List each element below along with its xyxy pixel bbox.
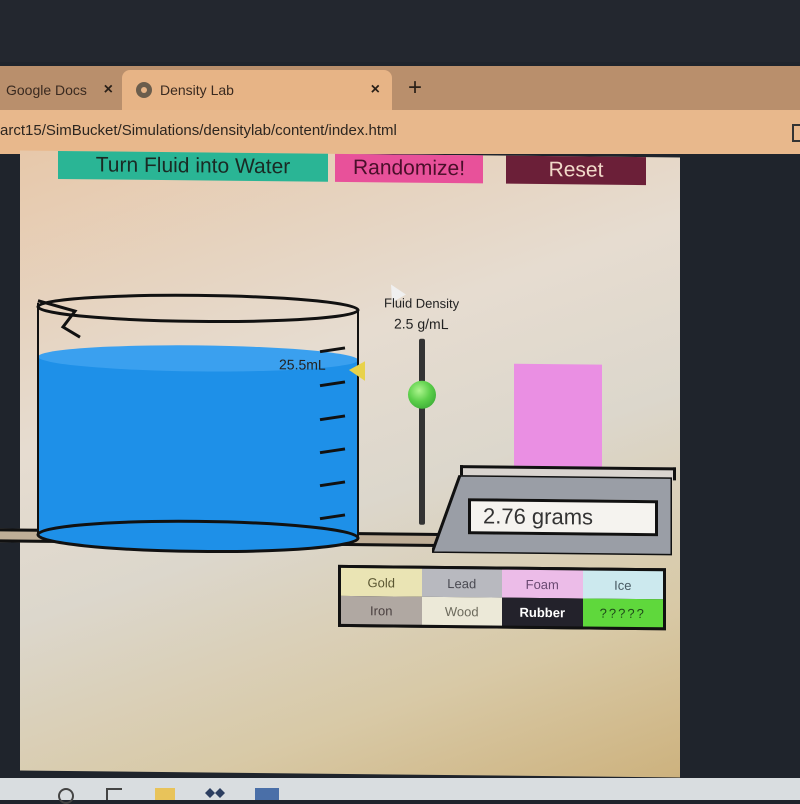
close-tab-icon[interactable]: × [104, 81, 113, 99]
url-text[interactable]: arct15/SimBucket/Simulations/densitylab/… [0, 122, 397, 139]
tab-title: Google Docs [6, 82, 87, 98]
turn-fluid-into-water-button[interactable]: Turn Fluid into Water [58, 150, 328, 182]
material-lead[interactable]: Lead [421, 568, 502, 598]
material-ice[interactable]: Ice [582, 570, 663, 600]
app-icon[interactable] [255, 788, 279, 800]
tab-density-lab[interactable]: Density Lab × [122, 70, 392, 110]
material-foam[interactable]: Foam [502, 569, 583, 599]
reset-button[interactable]: Reset [506, 155, 646, 186]
extension-icon[interactable] [792, 124, 800, 142]
material-unknown[interactable]: ????? [582, 598, 663, 628]
scale-readout: 2.76 grams [468, 498, 658, 537]
address-bar[interactable]: arct15/SimBucket/Simulations/densitylab/… [0, 110, 800, 154]
fluid-density-label: Fluid Density [384, 295, 460, 312]
fluid-density-slider-track[interactable] [419, 338, 425, 525]
randomize-button[interactable]: Randomize! [335, 153, 483, 184]
fluid-density-slider-thumb[interactable] [408, 380, 436, 409]
density-lab-simulation: Turn Fluid into Water Randomize! Reset 2… [0, 150, 680, 778]
material-wood[interactable]: Wood [421, 596, 502, 626]
search-icon[interactable] [58, 788, 74, 804]
monitor-bezel [0, 0, 800, 62]
beaker-rim [36, 293, 360, 324]
material-block[interactable] [514, 363, 602, 469]
material-gold[interactable]: Gold [341, 567, 422, 597]
browser-tab-strip: Google Docs × Density Lab × + [0, 66, 800, 110]
dropbox-icon[interactable] [205, 788, 225, 798]
task-view-icon[interactable] [106, 788, 122, 800]
close-tab-icon[interactable]: × [371, 81, 380, 99]
fluid-density-value: 2.5 g/mL [394, 315, 449, 333]
tab-title: Density Lab [160, 82, 234, 98]
beaker-fluid [39, 356, 357, 539]
material-selector: Gold Lead Foam Ice Iron Wood Rubber ????… [338, 564, 666, 631]
tab-google-docs[interactable]: Google Docs × [0, 70, 125, 110]
beaker-spout [37, 299, 81, 339]
new-tab-button[interactable]: + [408, 74, 422, 102]
material-iron[interactable]: Iron [341, 595, 422, 625]
gear-icon [136, 82, 152, 98]
folder-icon[interactable] [155, 788, 175, 800]
material-rubber[interactable]: Rubber [502, 597, 583, 627]
beaker: 25.5mL [36, 293, 365, 554]
beaker-volume-label: 25.5mL [279, 356, 326, 372]
taskbar [0, 778, 800, 804]
